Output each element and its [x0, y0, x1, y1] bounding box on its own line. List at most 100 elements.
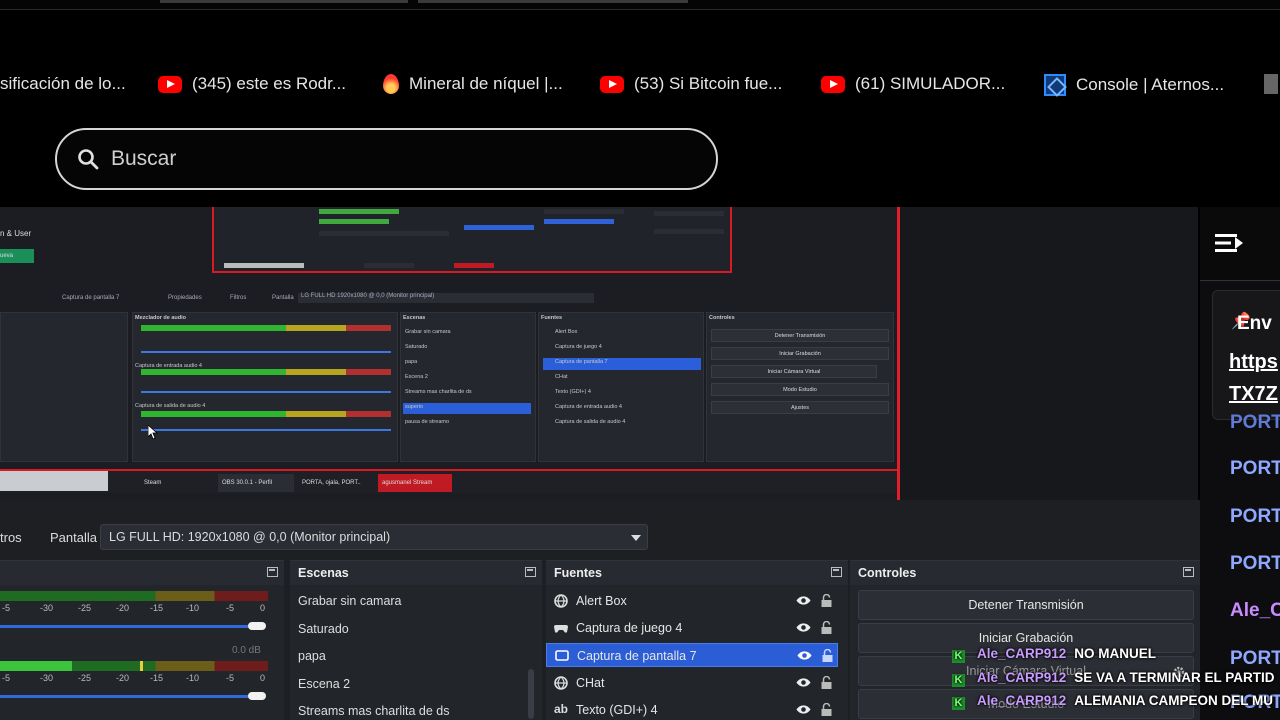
mini-panel-title: Escenas — [403, 315, 426, 321]
mixer-header — [0, 561, 284, 585]
scene-item[interactable]: Escena 2 — [298, 677, 350, 691]
chat-text: NO MANUEL — [1074, 646, 1157, 661]
kick-icon: K — [952, 697, 965, 710]
tick-label: -5 — [2, 603, 11, 613]
screen: sificación de lo... (345) este es Rodr..… — [0, 0, 1280, 720]
sources-dock: Fuentes Alert Box Captura de juego 4 Cap… — [546, 560, 848, 720]
unlock-icon[interactable] — [821, 676, 832, 689]
chat-message: K Ale_CARP912 ALEMANIA CAMPEON DEL MU — [952, 693, 1273, 710]
eye-icon[interactable] — [797, 650, 812, 661]
undock-icon[interactable] — [831, 567, 842, 577]
nested-preview — [212, 207, 732, 273]
mini-slider — [141, 391, 391, 393]
bookmark-item[interactable] — [1264, 74, 1278, 94]
volume-knob[interactable] — [248, 622, 266, 630]
unlock-icon[interactable] — [822, 649, 833, 662]
mini-control-button: Modo Estudio — [711, 383, 889, 396]
mini-display-select: LG FULL HD 1920x1080 @ 0,0 (Monitor prin… — [298, 293, 594, 303]
mini-scenes-panel: Escenas Grabar sin camara Saturado papa … — [400, 312, 536, 462]
nested-meter — [319, 209, 399, 214]
display-select[interactable]: LG FULL HD: 1920x1080 @ 0,0 (Monitor pri… — [100, 524, 648, 550]
obs-preview[interactable]: n & User ueva Captura de pantalla 7 Prop… — [0, 207, 1198, 500]
chat-username: Ale_CARP912 — [977, 693, 1067, 708]
tick-label: -5 — [2, 673, 11, 683]
volume-knob[interactable] — [248, 692, 266, 700]
tick-label: -5 — [226, 673, 235, 683]
mini-source: Alert Box — [555, 329, 578, 335]
dock-title: Fuentes — [554, 566, 602, 580]
eye-icon[interactable] — [796, 595, 811, 606]
mini-sources-panel: Fuentes Alert Box Captura de juego 4 Cap… — [538, 312, 704, 462]
undock-icon[interactable] — [1183, 567, 1194, 577]
source-label: Texto (GDI+) 4 — [576, 703, 658, 717]
scene-item[interactable]: Grabar sin camara — [298, 594, 402, 608]
taskbar-item: OBS 30.0.1 - Perfil — [218, 474, 294, 492]
volume-slider[interactable] — [0, 695, 260, 698]
audio-mixer-dock: -5 -30 -25 -20 -15 -10 -5 0 0.0 dB -5 -3… — [0, 560, 284, 720]
mini-control-button: Ajustes — [711, 401, 889, 414]
nested-taskbar — [454, 263, 494, 268]
dock-title: Escenas — [298, 566, 349, 580]
stop-streaming-button[interactable]: Detener Transmisión — [858, 590, 1194, 620]
eye-icon[interactable] — [796, 622, 811, 633]
meter-level — [0, 661, 72, 671]
chat-entry: PORT — [1230, 458, 1280, 479]
undock-icon[interactable] — [267, 567, 278, 577]
tick-label: -10 — [186, 603, 200, 613]
source-item[interactable]: CHat — [546, 671, 838, 695]
unlock-icon[interactable] — [821, 621, 832, 634]
scene-item[interactable]: papa — [298, 649, 326, 663]
pinned-link[interactable]: TX7Z — [1229, 383, 1278, 406]
mini-meter — [141, 411, 391, 417]
bookmark-item[interactable]: sificación de lo... — [0, 74, 126, 94]
source-item-selected[interactable]: Captura de pantalla 7 — [546, 643, 838, 667]
unlock-icon[interactable] — [821, 594, 832, 607]
browser-icon — [554, 676, 568, 690]
cursor-icon — [148, 425, 158, 439]
volume-slider[interactable] — [0, 625, 260, 628]
bookmark-label: Mineral de níquel |... — [409, 74, 563, 93]
bookmark-item[interactable]: Console | Aternos... — [1044, 74, 1224, 96]
scene-item[interactable]: Saturado — [298, 622, 349, 636]
source-item[interactable]: Alert Box — [546, 589, 838, 613]
pinned-link[interactable]: https — [1229, 351, 1278, 374]
flame-icon — [383, 74, 399, 94]
db-readout: 0.0 dB — [232, 645, 261, 656]
captured-screen: n & User ueva Captura de pantalla 7 Prop… — [0, 207, 900, 500]
scenes-scrollbar[interactable] — [528, 669, 534, 719]
filters-button[interactable]: tros — [0, 530, 22, 545]
eye-icon[interactable] — [796, 704, 811, 715]
undock-icon[interactable] — [525, 567, 536, 577]
chat-text: SE VA A TERMINAR EL PARTID — [1074, 670, 1275, 685]
tab-indicator[interactable] — [160, 0, 408, 3]
eye-icon[interactable] — [796, 677, 811, 688]
bookmark-item[interactable]: Mineral de níquel |... — [383, 74, 563, 94]
partial-green-button: ueva — [0, 249, 34, 263]
meter-background — [0, 591, 268, 601]
search-box[interactable] — [55, 128, 718, 190]
scene-item[interactable]: Streams mas charlita de ds — [298, 704, 449, 718]
bookmark-item[interactable]: (61) SIMULADOR... — [821, 74, 1005, 94]
mini-scene: Grabar sin camara — [405, 329, 451, 335]
collapse-menu-icon[interactable] — [1215, 232, 1245, 254]
mini-mixer-panel: Mezclador de audio Captura de entrada au… — [132, 312, 398, 462]
mini-slider — [141, 429, 391, 431]
unlock-icon[interactable] — [821, 703, 832, 716]
nested-taskbar — [224, 263, 304, 268]
source-item[interactable]: Captura de juego 4 — [546, 616, 838, 640]
bookmark-label: sificación de lo... — [0, 74, 126, 93]
mini-control-button: Iniciar Cámara Virtual — [711, 365, 877, 378]
pinned-message[interactable]: 📌 Env https TX7Z — [1212, 290, 1280, 420]
tick-label: -30 — [40, 603, 54, 613]
mini-meter — [141, 325, 391, 331]
tab-indicator[interactable] — [418, 0, 688, 3]
mini-filters: Filtros — [230, 295, 247, 301]
search-icon — [78, 149, 99, 170]
search-input[interactable] — [111, 147, 671, 171]
bookmark-item[interactable]: (345) este es Rodr... — [158, 74, 346, 94]
tick-label: -30 — [40, 673, 54, 683]
bookmark-item[interactable]: (53) Si Bitcoin fue... — [600, 74, 782, 94]
source-item[interactable]: ab Texto (GDI+) 4 — [546, 698, 838, 720]
chat-username: Ale_CARP912 — [977, 646, 1067, 661]
pinned-title: Env — [1237, 313, 1272, 334]
